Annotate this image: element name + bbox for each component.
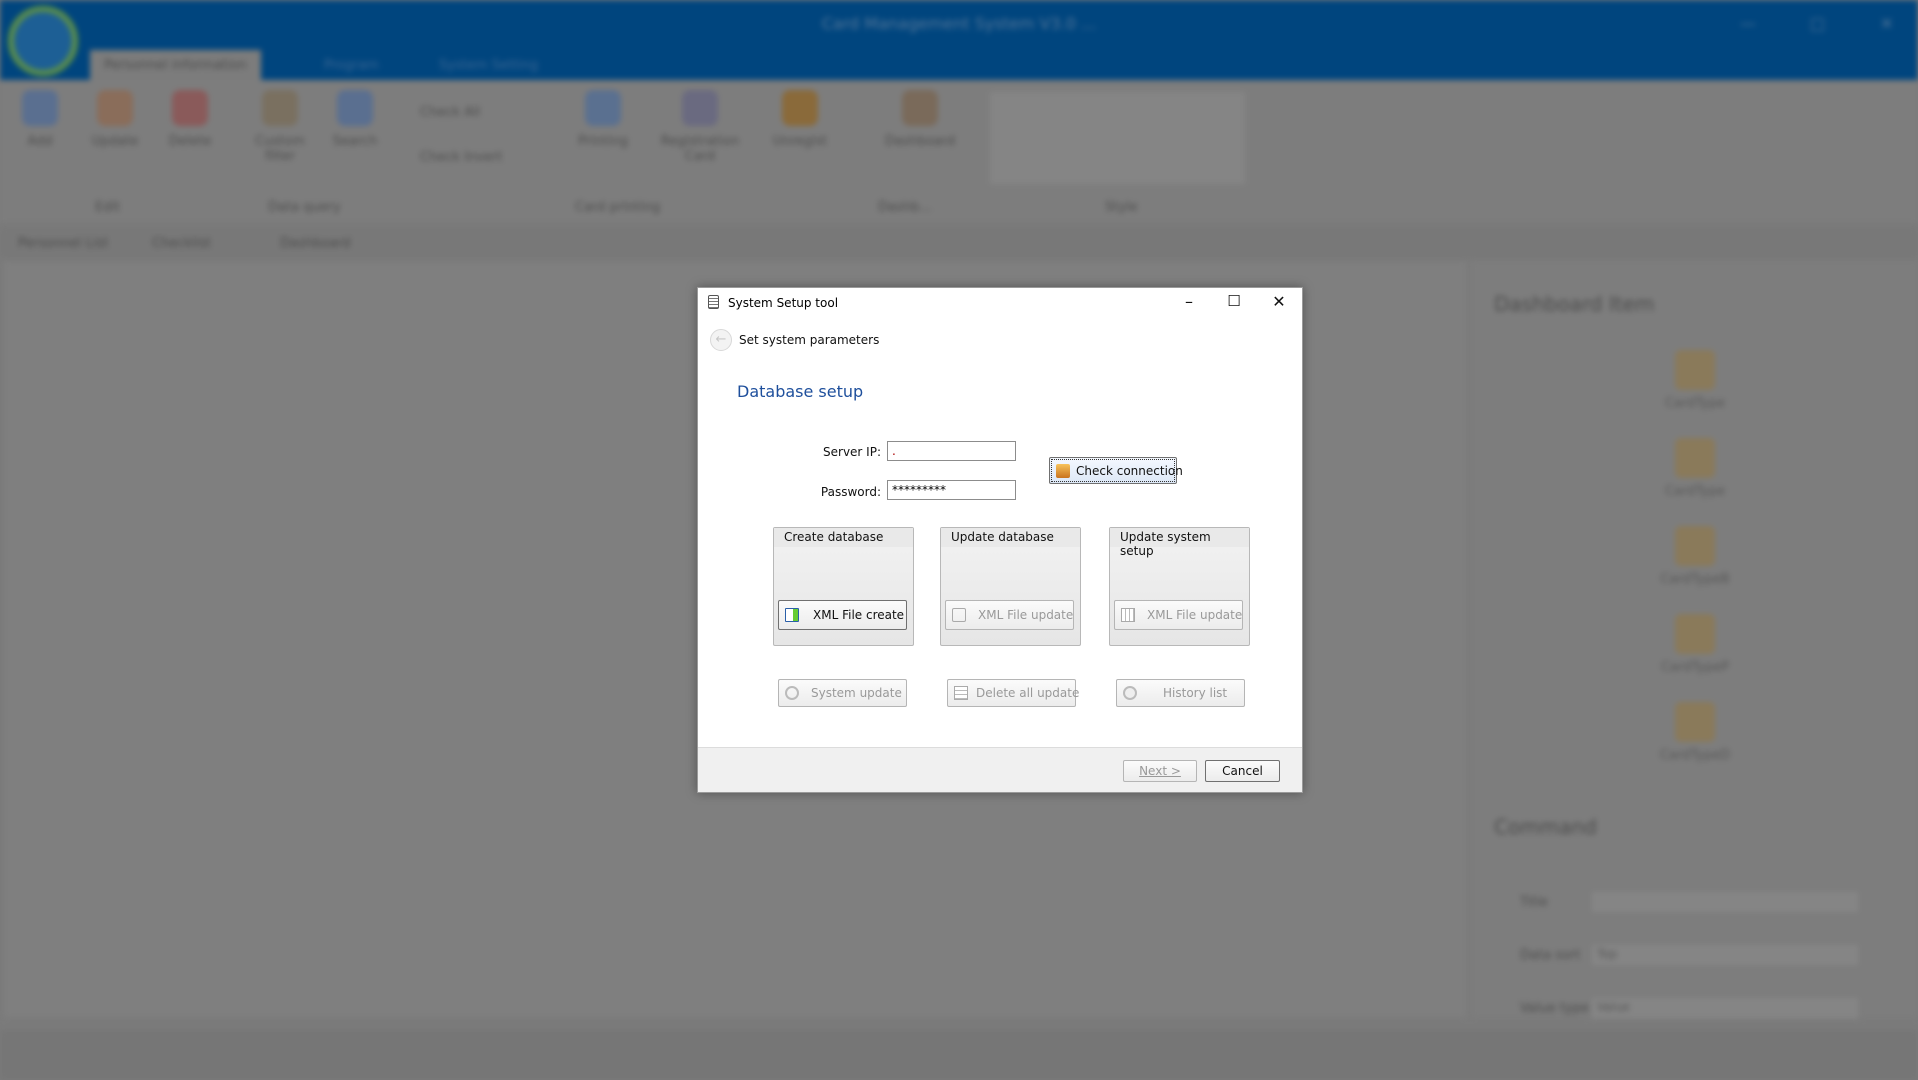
back-arrow-icon[interactable]: ← [710,329,732,351]
system-update-button[interactable]: System update [778,679,907,707]
update-system-setup-group: Update system setup XML File update [1109,527,1250,646]
group-title: Create database [774,528,913,547]
button-label: XML File create [813,608,905,622]
xml-file-create-button[interactable]: XML File create [778,600,907,630]
check-invert-button[interactable]: Check Invert [420,150,502,165]
value-type-select[interactable]: Value [1590,996,1860,1020]
group-card-printing: Card printing [575,200,661,215]
wizard-subtitle: Set system parameters [739,333,880,347]
create-database-group: Create database XML File create [773,527,914,646]
search-button[interactable]: Search [325,90,385,149]
history-list-button[interactable]: History list [1116,679,1245,707]
update-button[interactable]: Update [85,90,145,149]
group-edit: Edit [95,200,121,215]
command-title: Command [1494,815,1597,839]
side-item[interactable]: CardTypeB [1650,526,1740,587]
style-gallery[interactable] [990,92,1245,184]
maximize-icon[interactable]: ☐ [1219,292,1249,314]
value-type-label: Value type [1520,1001,1589,1016]
next-button[interactable]: Next > [1123,760,1197,782]
dialog-title: System Setup tool [728,296,839,310]
check-connection-label: Check connection [1076,463,1183,478]
delete-button[interactable]: Delete [160,90,220,149]
history-icon [1123,686,1137,700]
check-all-button[interactable]: Check All [420,105,480,120]
unregist-button[interactable]: Unregist [770,90,830,149]
ribbon-tab-program[interactable]: Program [310,50,393,80]
group-data-query: Data query [268,200,341,215]
check-connection-button[interactable]: Check connection [1049,457,1183,484]
system-setup-dialog: System Setup tool – ☐ ✕ ← Set system par… [697,287,1303,793]
server-ip-input[interactable] [887,441,1016,461]
minimize-icon[interactable]: — [1740,14,1756,33]
maximize-icon[interactable]: □ [1810,14,1825,33]
side-item[interactable]: CardTypeD [1650,702,1740,763]
server-ip-label: Server IP: [823,445,881,459]
side-item[interactable]: CardType [1650,350,1740,411]
table-sync-icon [1121,608,1135,622]
ribbon-tab-system[interactable]: System Setting [425,50,552,80]
password-label: Password: [820,485,881,499]
password-input[interactable] [887,480,1016,500]
data-sort-label: Data sort [1520,948,1581,963]
button-label: Delete all update [976,686,1080,700]
title-input[interactable] [1590,890,1860,914]
custom-filter-button[interactable]: Custom filter [250,90,310,164]
data-sort-select[interactable]: Top [1590,943,1860,967]
printing-button[interactable]: Printing [573,90,633,149]
refresh-icon [785,686,799,700]
button-label: System update [811,686,902,700]
close-icon[interactable]: ✕ [1264,292,1294,314]
title-label: Title [1520,895,1548,910]
section-heading: Database setup [737,382,864,401]
dashboard-button[interactable]: Dashboard [880,90,960,149]
delete-all-update-button[interactable]: Delete all update [947,679,1080,707]
xml-file-update-button[interactable]: XML File update [945,600,1074,630]
tab-dashboard[interactable]: Dashboard [280,236,351,251]
button-label: XML File update [1147,608,1243,622]
tab-checklist[interactable]: Checklist [152,236,211,251]
app-title: Card Management System V3.0 ... [821,14,1097,33]
table-delete-icon [954,686,968,700]
side-item[interactable]: CardType [1650,438,1740,499]
cancel-button[interactable]: Cancel [1205,760,1280,782]
database-icon [1056,463,1070,478]
update-database-group: Update database XML File update [940,527,1081,646]
app-titlebar [0,0,1918,80]
tab-personnel-list[interactable]: Personnel List [18,236,108,251]
minimize-icon[interactable]: – [1174,292,1204,314]
dashboard-item-title: Dashboard Item [1494,292,1655,316]
database-icon [708,295,719,309]
group-style: Style [1105,200,1138,215]
xml-file-update-button[interactable]: XML File update [1114,600,1243,630]
group-title: Update system setup [1110,528,1249,558]
ribbon-tab-personnel[interactable]: Personnel information [90,50,261,80]
button-label: History list [1163,686,1228,700]
button-label: XML File update [978,608,1074,622]
add-button[interactable]: Add [10,90,70,149]
side-item[interactable]: CardTypeP [1650,614,1740,675]
close-icon[interactable]: ✕ [1880,14,1893,33]
group-title: Update database [941,528,1080,547]
file-edit-icon [952,608,966,622]
registration-card-button[interactable]: Registration Card [650,90,750,164]
status-bar [0,1030,1918,1080]
group-dashboard: Dashb... [878,200,932,215]
file-add-icon [785,608,799,622]
